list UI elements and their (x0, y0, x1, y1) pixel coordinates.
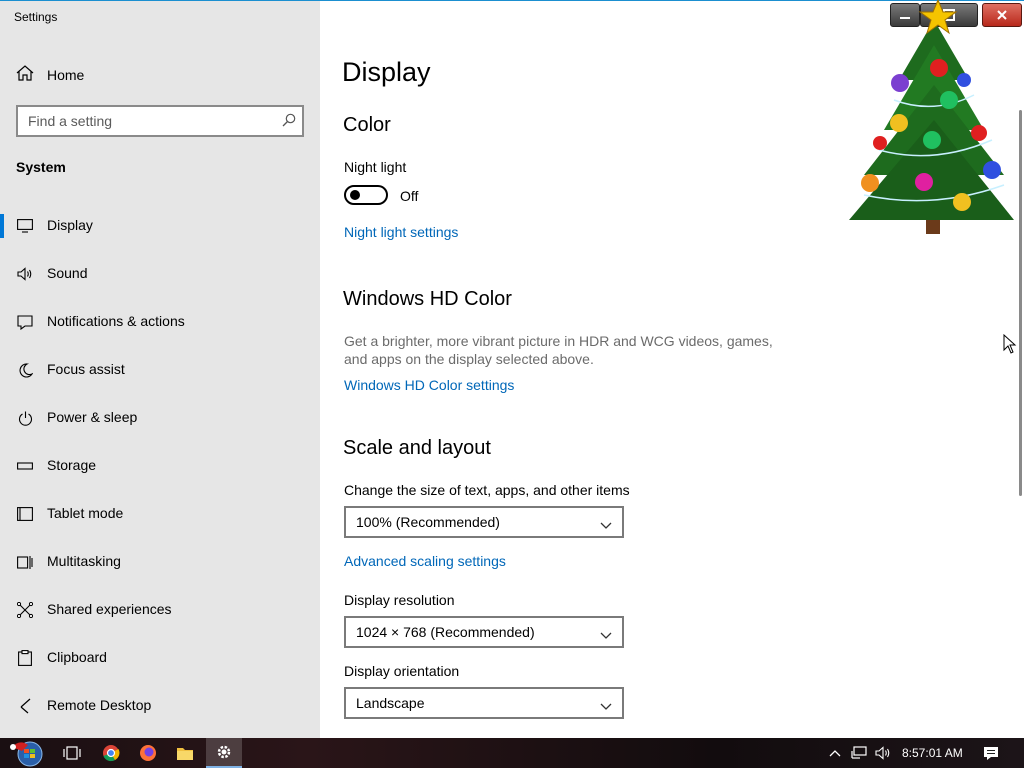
start-button[interactable] (4, 738, 48, 768)
monitor-icon (16, 218, 34, 234)
hd-color-heading: Windows HD Color (343, 288, 512, 310)
chevron-down-icon (600, 698, 612, 716)
remote-desktop-icon (16, 698, 34, 714)
notification-icon (16, 314, 34, 330)
sidebar-item-remote-desktop[interactable]: Remote Desktop (0, 682, 320, 730)
scale-dropdown[interactable]: 100% (Recommended) (344, 506, 624, 538)
scrollbar[interactable] (1019, 110, 1022, 496)
home-label: Home (47, 67, 85, 83)
sidebar-item-shared-experiences[interactable]: Shared experiences (0, 586, 320, 634)
taskbar-clock[interactable]: 8:57:01 AM (902, 746, 963, 760)
sidebar-item-tablet-mode[interactable]: Tablet mode (0, 490, 320, 538)
chevron-down-icon (600, 517, 612, 535)
shared-icon (16, 602, 34, 618)
sidebar-item-notifications[interactable]: Notifications & actions (0, 298, 320, 346)
night-light-label: Night light (344, 159, 407, 175)
orientation-label: Display orientation (344, 663, 460, 679)
resolution-dropdown[interactable]: 1024 × 768 (Recommended) (344, 616, 624, 648)
clipboard-icon (16, 650, 34, 666)
start-orb-icon (10, 741, 43, 767)
sidebar-item-focus-assist[interactable]: Focus assist (0, 346, 320, 394)
sidebar-nav: Display Sound Notifications & actions Fo… (0, 202, 320, 730)
sidebar: Settings Home System Display Sound Notif… (0, 1, 320, 738)
orientation-dropdown[interactable]: Landscape (344, 687, 624, 719)
file-explorer-icon[interactable] (171, 738, 199, 768)
chevron-up-icon[interactable] (826, 738, 844, 768)
sidebar-item-label: Notifications & actions (47, 313, 185, 329)
sidebar-item-label: Sound (47, 265, 88, 281)
chrome-icon[interactable] (97, 738, 125, 768)
resolution-label: Display resolution (344, 592, 455, 608)
home-link[interactable]: Home (16, 64, 84, 86)
advanced-scaling-link[interactable]: Advanced scaling settings (344, 553, 506, 569)
scale-value: 100% (Recommended) (356, 514, 500, 530)
sidebar-item-sound[interactable]: Sound (0, 250, 320, 298)
christmas-tree-decoration (844, 0, 1016, 240)
page-title: Display (342, 57, 431, 87)
sidebar-item-label: Power & sleep (47, 409, 138, 425)
sidebar-item-label: Multitasking (47, 553, 121, 569)
hd-color-settings-link[interactable]: Windows HD Color settings (344, 377, 514, 393)
resolution-value: 1024 × 768 (Recommended) (356, 624, 535, 640)
volume-icon[interactable] (873, 738, 893, 768)
network-icon[interactable] (849, 738, 869, 768)
sidebar-item-multitasking[interactable]: Multitasking (0, 538, 320, 586)
home-icon (16, 64, 34, 86)
sidebar-item-display[interactable]: Display (0, 202, 320, 250)
speaker-icon (16, 266, 34, 282)
sidebar-item-power-sleep[interactable]: Power & sleep (0, 394, 320, 442)
tablet-icon (16, 506, 34, 522)
firefox-icon[interactable] (134, 738, 162, 768)
action-center-icon[interactable] (978, 738, 1004, 768)
size-label: Change the size of text, apps, and other… (344, 482, 630, 498)
search-input[interactable] (18, 107, 278, 135)
power-icon (16, 410, 34, 426)
sidebar-item-clipboard[interactable]: Clipboard (0, 634, 320, 682)
storage-icon (16, 458, 34, 474)
search-box[interactable] (16, 105, 304, 137)
settings-icon (217, 745, 231, 759)
search-icon[interactable] (282, 113, 296, 132)
sidebar-item-label: Shared experiences (47, 601, 172, 617)
night-light-state: Off (400, 188, 419, 204)
color-heading: Color (343, 114, 391, 136)
sidebar-item-label: Remote Desktop (47, 697, 152, 713)
sidebar-item-label: Storage (47, 457, 97, 473)
hd-color-description: Get a brighter, more vibrant picture in … (344, 333, 773, 367)
sidebar-item-label: Tablet mode (47, 505, 124, 521)
night-light-settings-link[interactable]: Night light settings (344, 224, 458, 240)
sidebar-item-label: Focus assist (47, 361, 125, 377)
section-label: System (16, 159, 66, 175)
taskbar: 8:57:01 AM (0, 738, 1024, 768)
chevron-down-icon (600, 627, 612, 645)
toggle-knob (350, 190, 360, 200)
settings-taskbar-button[interactable] (206, 738, 242, 768)
sidebar-item-storage[interactable]: Storage (0, 442, 320, 490)
scale-layout-heading: Scale and layout (343, 437, 491, 459)
sidebar-item-label: Display (47, 217, 93, 233)
orientation-value: Landscape (356, 695, 425, 711)
sidebar-item-label: Clipboard (47, 649, 107, 665)
task-view-icon[interactable] (58, 738, 86, 768)
multitasking-icon (16, 554, 34, 570)
moon-icon (16, 362, 34, 378)
app-title: Settings (14, 10, 58, 24)
mouse-cursor (1003, 333, 1017, 359)
night-light-toggle[interactable] (344, 185, 388, 205)
